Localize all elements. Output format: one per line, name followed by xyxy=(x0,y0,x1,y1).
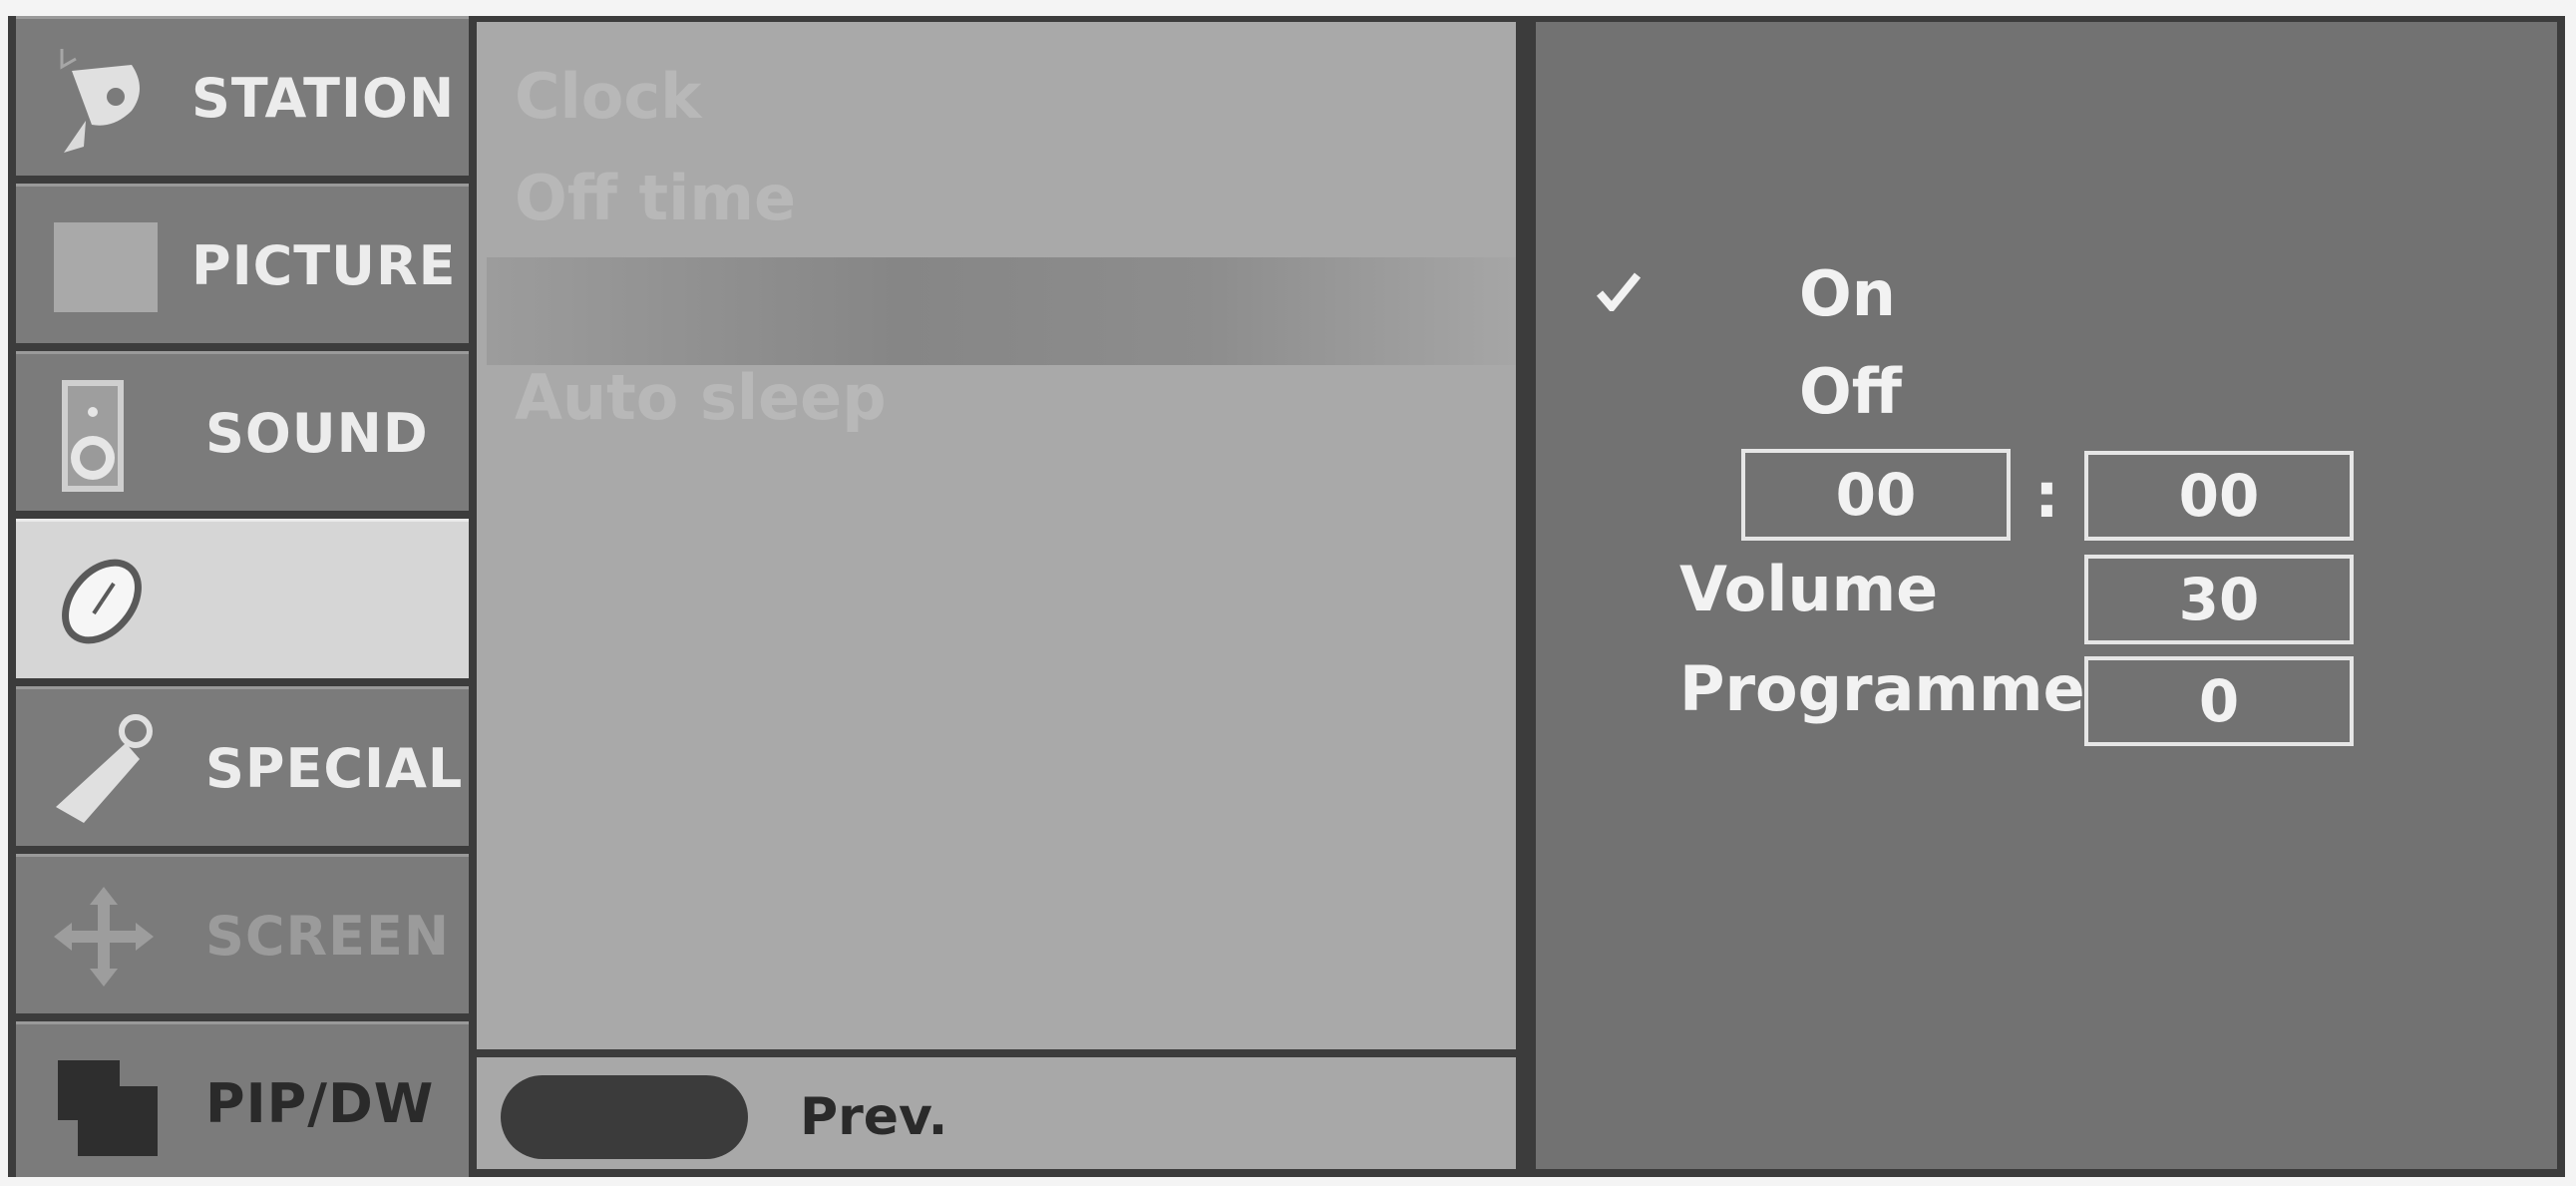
clock-icon xyxy=(62,559,142,644)
menu-item-screen[interactable]: SCREEN xyxy=(16,854,469,1013)
submenu-item-off-time[interactable]: Off time xyxy=(515,162,796,234)
menu-item-picture[interactable]: PICTURE xyxy=(16,184,469,343)
hour-field[interactable]: 00 xyxy=(1741,449,2011,541)
speaker-icon xyxy=(62,380,124,492)
option-off[interactable]: Off xyxy=(1799,355,1902,428)
checkmark-icon xyxy=(1596,272,1642,311)
menu-item-label: STATION xyxy=(191,67,456,130)
menu-item-special[interactable]: SPECIAL xyxy=(16,686,469,846)
move-arrows-icon xyxy=(54,887,154,987)
programme-label: Programme xyxy=(1679,652,2085,725)
minute-field[interactable]: 00 xyxy=(2084,451,2354,541)
satellite-dish-icon xyxy=(60,49,140,153)
footer-bar: Prev. xyxy=(477,1057,1516,1169)
key-tag-icon xyxy=(56,714,153,823)
menu-item-label: PIP/DW xyxy=(205,1072,435,1135)
menu-item-sound[interactable]: SOUND xyxy=(16,351,469,511)
prev-button[interactable] xyxy=(501,1075,748,1159)
menu-item-label: SCREEN xyxy=(205,905,451,968)
menu-item-label: PICTURE xyxy=(191,234,457,297)
submenu-item-clock[interactable]: Clock xyxy=(515,60,701,133)
menu-item-label: SPECIAL xyxy=(205,737,464,800)
volume-label: Volume xyxy=(1679,553,1939,625)
option-on[interactable]: On xyxy=(1799,257,1896,330)
submenu-panel: Clock Off time Auto sleep xyxy=(477,22,1516,1049)
submenu-highlight xyxy=(487,257,1516,365)
main-menu: STATION PICTURE SOUND SPECIAL SCREEN PIP… xyxy=(8,16,469,1177)
submenu-item-auto-sleep[interactable]: Auto sleep xyxy=(515,361,887,434)
picture-square-icon xyxy=(54,222,158,312)
volume-field[interactable]: 30 xyxy=(2084,555,2354,644)
menu-item-pipdw[interactable]: PIP/DW xyxy=(16,1021,469,1177)
menu-item-label: SOUND xyxy=(205,402,429,465)
overlapping-squares-icon xyxy=(58,1060,158,1156)
programme-field[interactable]: 0 xyxy=(2084,656,2354,746)
menu-item-station[interactable]: STATION xyxy=(16,16,469,176)
prev-label: Prev. xyxy=(800,1087,948,1147)
time-separator: : xyxy=(2034,459,2059,532)
options-panel: On Off 00 : 00 Volume 30 Programme 0 xyxy=(1536,22,2557,1169)
menu-item-time[interactable] xyxy=(16,519,469,678)
